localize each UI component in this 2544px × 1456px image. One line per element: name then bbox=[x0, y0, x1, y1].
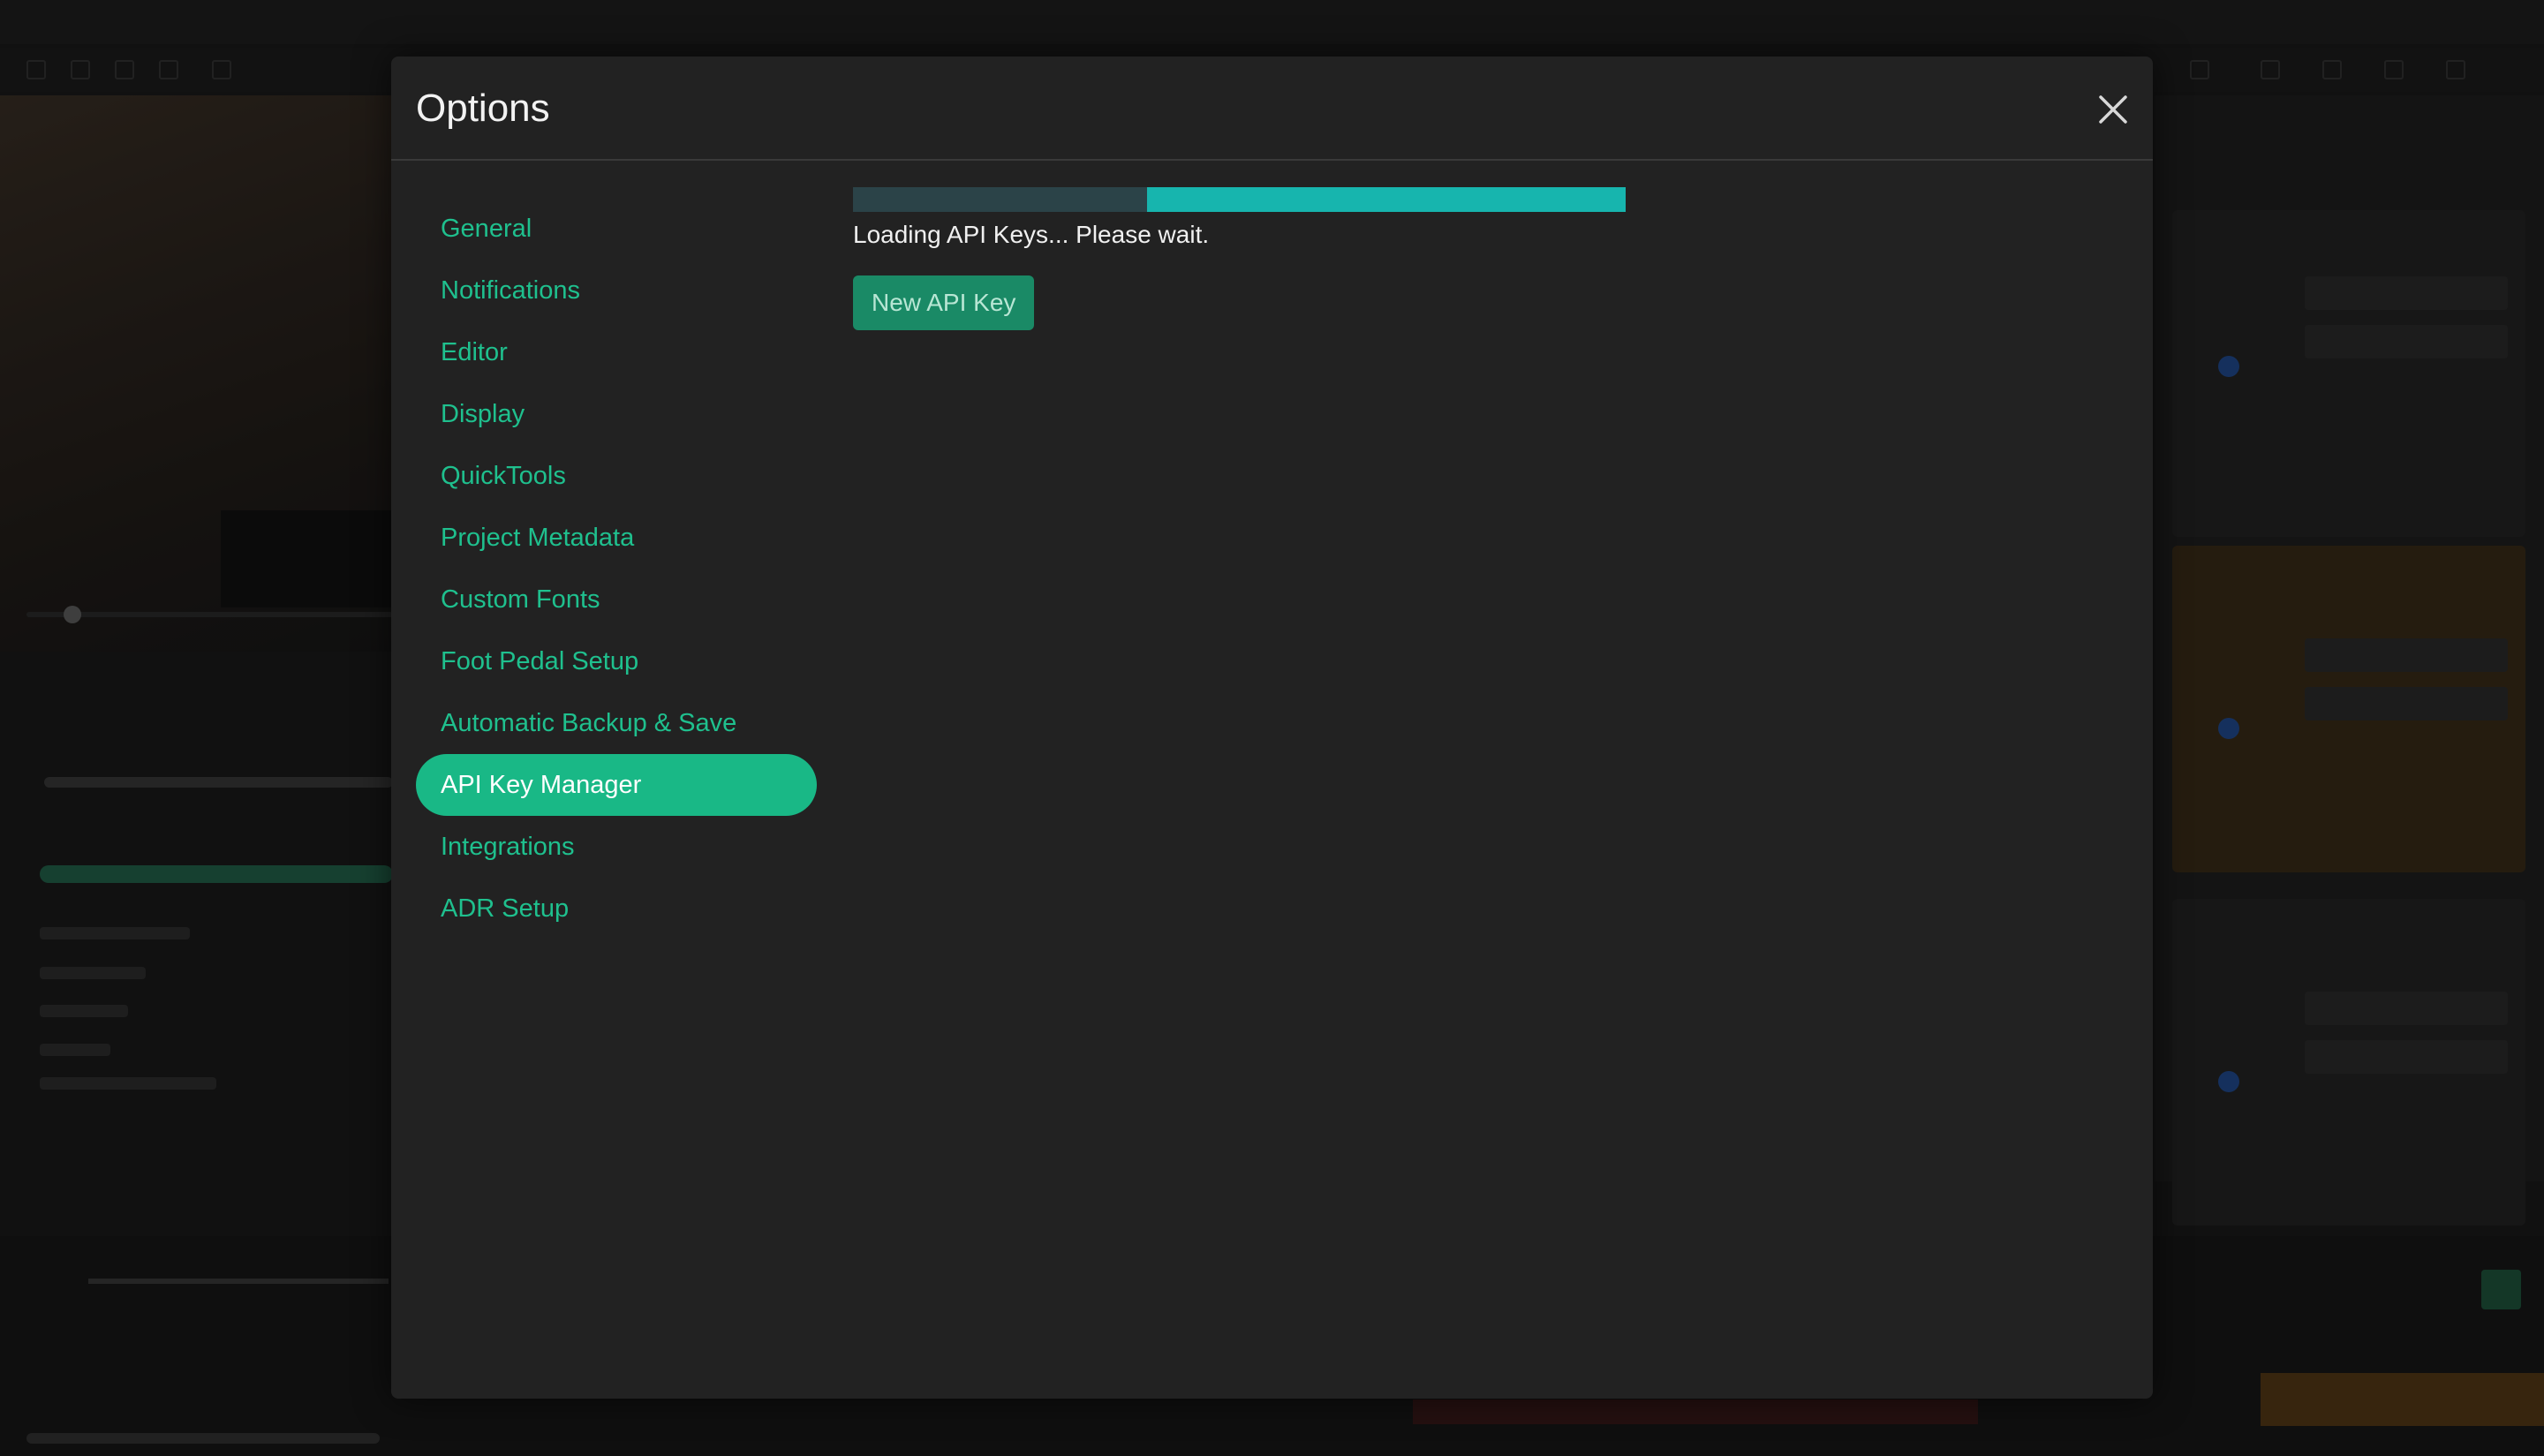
status-dot bbox=[2218, 1071, 2239, 1092]
toolbar-icon bbox=[71, 60, 90, 79]
panel-line bbox=[40, 927, 190, 939]
panel-field bbox=[2305, 325, 2508, 358]
options-sidebar: General Notifications Editor Display Qui… bbox=[416, 198, 817, 939]
panel-line bbox=[40, 1077, 216, 1090]
loading-progress-bar bbox=[853, 187, 1626, 212]
toolbar-icon bbox=[2446, 60, 2465, 79]
sidebar-item-editor[interactable]: Editor bbox=[416, 321, 817, 383]
loading-progress-fill bbox=[1146, 187, 1626, 212]
toolbar-icon bbox=[115, 60, 134, 79]
options-dialog: Options General Notifications Editor Dis… bbox=[391, 57, 2153, 1399]
horizontal-scrollbar bbox=[26, 1433, 380, 1444]
toolbar-icon bbox=[2261, 60, 2280, 79]
panel-field bbox=[2305, 276, 2508, 310]
sidebar-item-notifications[interactable]: Notifications bbox=[416, 260, 817, 321]
toolbar-icon bbox=[212, 60, 231, 79]
sidebar-item-project-metadata[interactable]: Project Metadata bbox=[416, 507, 817, 569]
sidebar-item-api-key-manager[interactable]: API Key Manager bbox=[416, 754, 817, 816]
new-api-key-button[interactable]: New API Key bbox=[853, 275, 1035, 330]
close-icon bbox=[2099, 95, 2127, 124]
sidebar-item-foot-pedal-setup[interactable]: Foot Pedal Setup bbox=[416, 630, 817, 692]
toolbar-icon bbox=[26, 60, 46, 79]
loading-status-text: Loading API Keys... Please wait. bbox=[853, 221, 1210, 248]
close-button[interactable] bbox=[2094, 90, 2133, 129]
sidebar-item-display[interactable]: Display bbox=[416, 383, 817, 445]
panel-field bbox=[2305, 992, 2508, 1025]
panel-card bbox=[2172, 210, 2525, 537]
sidebar-item-automatic-backup[interactable]: Automatic Backup & Save bbox=[416, 692, 817, 754]
panel-progress bbox=[40, 865, 393, 883]
left-lower-panel bbox=[0, 706, 393, 1236]
panel-field bbox=[2305, 638, 2508, 672]
timeline-button bbox=[2481, 1270, 2521, 1309]
status-dot bbox=[2218, 718, 2239, 739]
dialog-header: Options bbox=[391, 57, 2153, 161]
panel-line bbox=[40, 967, 146, 979]
sidebar-item-general[interactable]: General bbox=[416, 198, 817, 260]
app-menubar bbox=[0, 0, 2544, 44]
sidebar-item-custom-fonts[interactable]: Custom Fonts bbox=[416, 569, 817, 630]
right-side-panel bbox=[2155, 95, 2544, 1226]
sidebar-item-quicktools[interactable]: QuickTools bbox=[416, 445, 817, 507]
timeline-clip bbox=[2261, 1373, 2544, 1426]
timeline-clip bbox=[1413, 1399, 1978, 1424]
toolbar-icon bbox=[159, 60, 178, 79]
panel-line bbox=[40, 1044, 110, 1056]
subtitle-overlay bbox=[221, 510, 393, 607]
panel-field bbox=[2305, 1040, 2508, 1074]
video-scrubber bbox=[26, 612, 393, 617]
toolbar-icon bbox=[2384, 60, 2404, 79]
toolbar-icon bbox=[2190, 60, 2209, 79]
panel-card bbox=[2172, 899, 2525, 1226]
panel-field bbox=[2305, 687, 2508, 720]
scrubber-knob bbox=[64, 606, 81, 623]
status-dot bbox=[2218, 356, 2239, 377]
panel-line bbox=[40, 1005, 128, 1017]
toolbar-icon bbox=[2322, 60, 2342, 79]
sidebar-item-integrations[interactable]: Integrations bbox=[416, 816, 817, 878]
panel-card bbox=[2172, 546, 2525, 872]
waveform bbox=[88, 1279, 389, 1284]
sidebar-item-adr-setup[interactable]: ADR Setup bbox=[416, 878, 817, 939]
dialog-title: Options bbox=[416, 87, 550, 130]
panel-divider bbox=[44, 777, 393, 788]
video-preview bbox=[0, 95, 393, 652]
